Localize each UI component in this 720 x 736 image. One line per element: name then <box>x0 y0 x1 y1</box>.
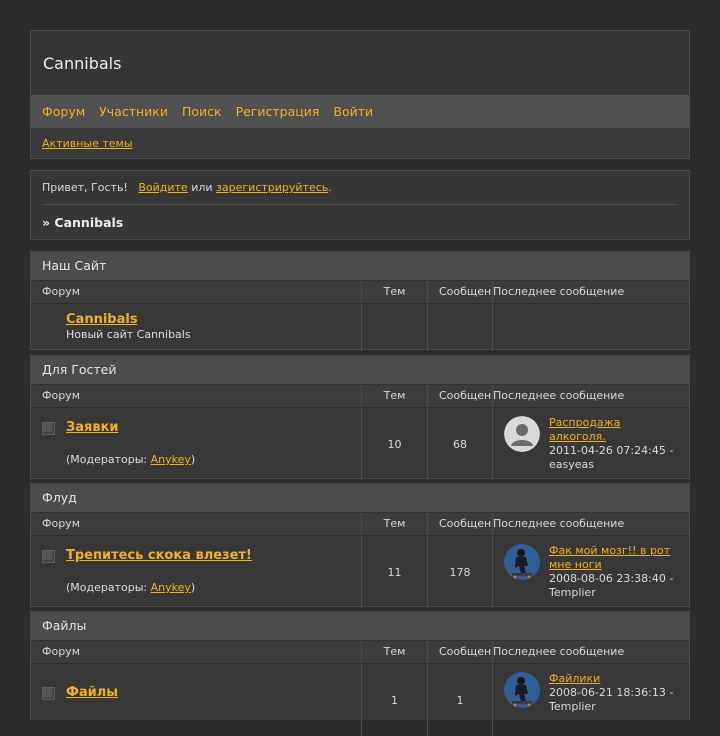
moderator-link[interactable]: Anykey <box>151 453 191 466</box>
nav-register[interactable]: Регистрация <box>236 104 320 119</box>
header-forum: Форум <box>31 281 362 303</box>
header-topics: Тем <box>362 513 428 535</box>
category-title: Файлы <box>31 612 689 640</box>
header-posts: Сообщений <box>428 641 493 663</box>
greeting-text: Привет, Гость! <box>42 181 128 194</box>
last-post-cell: Распродажа алкоголя. 2011-04-26 07:24:45… <box>493 408 689 480</box>
header-topics: Тем <box>362 641 428 663</box>
or-text: или <box>191 181 213 194</box>
category-flood: Флуд Форум Тем Сообщений Последнее сообщ… <box>30 483 690 608</box>
welcome-box: Привет, Гость! Войдите или зарегистрируй… <box>30 170 690 240</box>
sub-nav: Активные темы <box>31 128 689 158</box>
avatar[interactable] <box>504 544 540 580</box>
header-last: Последнее сообщение <box>493 517 625 530</box>
forum-status-icon <box>42 550 55 563</box>
topics-count: 10 <box>362 408 428 480</box>
category-title: Флуд <box>31 484 689 512</box>
forum-cell: Трепитесь скока влезет! (Модераторы: Any… <box>31 536 362 608</box>
last-post-date: 2011-04-26 07:24:45 - <box>549 444 674 457</box>
forum-status-icon <box>42 687 55 700</box>
nav-login[interactable]: Войти <box>333 104 373 119</box>
forum-description: Новый сайт Cannibals <box>66 328 191 341</box>
site-title: Cannibals <box>31 31 689 95</box>
header-posts: Сообщений <box>428 281 493 303</box>
category-files: Файлы Форум Тем Сообщений Последнее сооб… <box>30 611 690 736</box>
moderators-label: (Модераторы: <box>66 581 148 594</box>
header-topics: Тем <box>362 281 428 303</box>
last-post-link[interactable]: Распродажа алкоголя. <box>549 416 620 443</box>
topics-count: 11 <box>362 536 428 608</box>
topics-count <box>362 304 428 351</box>
active-topics-link[interactable]: Активные темы <box>42 137 133 150</box>
forum-link-files[interactable]: Файлы <box>66 685 118 700</box>
category-title: Наш Сайт <box>31 252 689 280</box>
last-post-date: 2008-06-21 18:36:13 - <box>549 686 674 699</box>
last-post-info: Фак мой мозг!! в рот мне ноги 2008-08-06… <box>549 544 679 600</box>
header-posts: Сообщений <box>428 513 493 535</box>
last-post-date: 2008-08-06 23:38:40 - <box>549 572 674 585</box>
avatar[interactable] <box>504 672 540 708</box>
forum-link-flood[interactable]: Трепитесь скока влезет! <box>66 548 252 563</box>
last-post-link[interactable]: Фак мой мозг!! в рот мне ноги <box>549 544 670 571</box>
last-post-link[interactable]: Файлики <box>549 672 600 685</box>
posts-count <box>428 304 493 351</box>
moderators: (Модераторы: Anykey) <box>66 581 361 594</box>
avatar[interactable] <box>504 416 540 452</box>
last-post-cell <box>493 304 689 351</box>
posts-count: 68 <box>428 408 493 480</box>
welcome-line: Привет, Гость! Войдите или зарегистрируй… <box>42 171 678 205</box>
register-link[interactable]: зарегистрируйтесь <box>216 181 328 194</box>
breadcrumb: » Cannibals <box>42 215 124 230</box>
forum-row: Cannibals Новый сайт Cannibals <box>31 303 689 351</box>
table-header: Форум Тем Сообщений Последнее сообщение <box>31 512 689 535</box>
forum-row: Файлы 1 1 Файлики 2008-06-21 18:36:13 - … <box>31 663 689 736</box>
main-nav: Форум Участники Поиск Регистрация Войти <box>31 95 689 128</box>
moderators-close: ) <box>190 453 196 466</box>
header-last: Последнее сообщение <box>493 285 625 298</box>
last-post-user: Templier <box>549 700 596 713</box>
posts-count: 1 <box>428 664 493 736</box>
moderator-link[interactable]: Anykey <box>151 581 191 594</box>
last-post-cell: Фак мой мозг!! в рот мне ноги 2008-08-06… <box>493 536 689 608</box>
forum-cell: Файлы <box>31 664 362 736</box>
header-posts: Сообщений <box>428 385 493 407</box>
last-post-info: Файлики 2008-06-21 18:36:13 - Templier <box>549 672 679 714</box>
table-header: Форум Тем Сообщений Последнее сообщение <box>31 640 689 663</box>
category-title: Для Гостей <box>31 356 689 384</box>
moderators-close: ) <box>190 581 196 594</box>
table-header: Форум Тем Сообщений Последнее сообщение <box>31 384 689 407</box>
header-forum: Форум <box>31 641 362 663</box>
last-post-user: easyeas <box>549 458 594 471</box>
header-last: Последнее сообщение <box>493 389 625 402</box>
header-last: Последнее сообщение <box>493 645 625 658</box>
nav-forum[interactable]: Форум <box>42 104 85 119</box>
topics-count: 1 <box>362 664 428 736</box>
header-forum: Форум <box>31 385 362 407</box>
table-header: Форум Тем Сообщений Последнее сообщение <box>31 280 689 303</box>
login-link[interactable]: Войдите <box>138 181 187 194</box>
category-our-site: Наш Сайт Форум Тем Сообщений Последнее с… <box>30 251 690 351</box>
forum-row: Заявки (Модераторы: Anykey) 10 68 Распро… <box>31 407 689 480</box>
forum-cell: Заявки (Модераторы: Anykey) <box>31 408 362 480</box>
moderators-label: (Модераторы: <box>66 453 148 466</box>
dot-text: . <box>328 181 332 194</box>
forum-row: Трепитесь скока влезет! (Модераторы: Any… <box>31 535 689 608</box>
nav-search[interactable]: Поиск <box>182 104 222 119</box>
forum-link-applications[interactable]: Заявки <box>66 420 119 435</box>
category-guests: Для Гостей Форум Тем Сообщений Последнее… <box>30 355 690 480</box>
forum-status-icon <box>42 422 55 435</box>
last-post-cell: Файлики 2008-06-21 18:36:13 - Templier <box>493 664 689 736</box>
header-forum: Форум <box>31 513 362 535</box>
site-header: Cannibals Форум Участники Поиск Регистра… <box>30 30 690 159</box>
forum-cell: Cannibals Новый сайт Cannibals <box>31 304 362 351</box>
moderators: (Модераторы: Anykey) <box>66 453 361 466</box>
header-topics: Тем <box>362 385 428 407</box>
posts-count: 178 <box>428 536 493 608</box>
forum-link-cannibals[interactable]: Cannibals <box>66 312 138 327</box>
last-post-info: Распродажа алкоголя. 2011-04-26 07:24:45… <box>549 416 679 472</box>
last-post-user: Templier <box>549 586 596 599</box>
nav-members[interactable]: Участники <box>99 104 168 119</box>
